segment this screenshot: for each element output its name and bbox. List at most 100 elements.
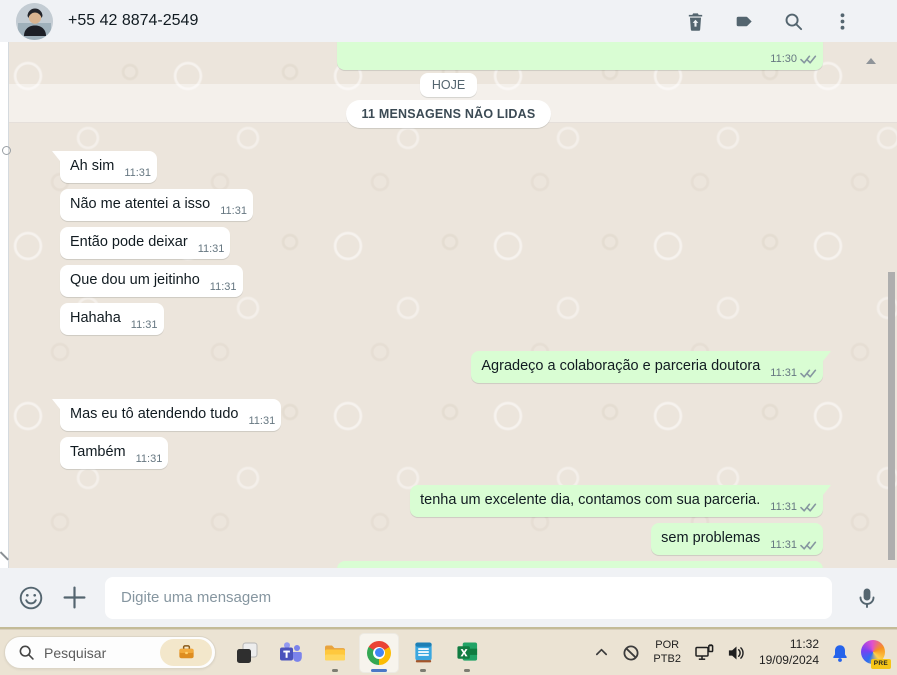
message-row: Agradeço a colaboração e parceria doutor…: [0, 351, 897, 383]
message-meta: 11:31: [770, 538, 817, 553]
date-divider: HOJE: [419, 73, 478, 97]
task-view-button[interactable]: [227, 633, 267, 673]
emoji-icon[interactable]: [17, 584, 44, 611]
message-meta: 11:31: [198, 242, 225, 257]
notepad-button[interactable]: [403, 633, 443, 673]
double-check-icon: [800, 369, 817, 378]
message-bubble-incoming[interactable]: Hahaha 11:31: [60, 303, 164, 335]
message-bubble-outgoing-cut[interactable]: concluiu 12 meses. 11:30: [337, 42, 823, 70]
delete-chat-icon[interactable]: [684, 10, 706, 32]
message-bubble-incoming[interactable]: Então pode deixar 11:31: [60, 227, 231, 259]
file-explorer-icon: [325, 645, 345, 660]
message-time: 11:31: [770, 367, 797, 379]
message-bubble-incoming[interactable]: Não me atentei a isso 11:31: [60, 189, 253, 221]
message-time: 11:31: [124, 167, 152, 179]
message-text: Hahaha: [70, 310, 121, 326]
double-check-icon: [800, 541, 817, 550]
label-icon[interactable]: [733, 10, 755, 32]
message-text: Então pode deixar: [70, 234, 188, 250]
message-bubble-outgoing[interactable]: caso em quando fizer 12 meses e não quis…: [337, 561, 823, 568]
chat-message-area: concluiu 12 meses. 11:30 HOJE 11 MENSAGE…: [0, 42, 897, 568]
message-time: 11:31: [197, 243, 225, 255]
message-row: concluiu 12 meses. 11:30: [0, 42, 897, 70]
message-row: Não me atentei a isso 11:31: [0, 189, 897, 221]
message-time: 11:31: [220, 205, 247, 217]
message-bubble-outgoing[interactable]: sem problemas 11:31: [651, 523, 823, 555]
search-icon: [19, 645, 34, 660]
message-bubble-incoming[interactable]: Mas eu tô atendendo tudo 11:31: [51, 399, 282, 431]
keyboard-layout: PTB2: [653, 652, 681, 665]
message-text: Não me atentei a isso: [70, 196, 211, 212]
language-code: POR: [655, 638, 680, 651]
double-check-icon: [800, 55, 817, 64]
running-indicator: [332, 668, 338, 672]
message-time: 11:31: [770, 501, 797, 513]
unread-divider-row: 11 MENSAGENS NÃO LIDAS: [0, 100, 897, 128]
message-meta: 11:30: [347, 52, 817, 67]
message-meta: 11:31: [124, 166, 151, 181]
volume-icon[interactable]: [727, 645, 746, 661]
chrome-button[interactable]: [359, 632, 399, 673]
message-time: 11:31: [135, 453, 163, 465]
chat-header: +55 42 8874-2549: [0, 0, 897, 42]
contact-avatar[interactable]: [16, 2, 53, 40]
message-row: Ah sim 11:31: [0, 151, 897, 183]
message-row: Também 11:31: [0, 437, 897, 469]
tray-chevron-up-icon[interactable]: [594, 645, 609, 660]
briefcase-icon: [178, 645, 194, 659]
message-list: concluiu 12 meses. 11:30 HOJE 11 MENSAGE…: [0, 42, 897, 568]
message-text: concluiu 12 meses.: [347, 42, 471, 46]
file-explorer-button[interactable]: [315, 633, 355, 673]
message-bubble-outgoing[interactable]: Agradeço a colaboração e parceria doutor…: [471, 351, 831, 383]
message-row: Então pode deixar 11:31: [0, 227, 897, 259]
contact-phone-number[interactable]: +55 42 8874-2549: [68, 12, 684, 30]
teams-icon: [280, 641, 302, 662]
taskbar-search-box[interactable]: Pesquisar: [4, 636, 216, 669]
search-placeholder: Pesquisar: [44, 644, 107, 661]
notification-bell-icon[interactable]: [832, 644, 848, 662]
active-indicator: [371, 668, 387, 672]
message-meta: 11:31: [249, 414, 276, 429]
network-icon[interactable]: [694, 643, 714, 662]
taskbar-apps: [225, 632, 489, 673]
double-check-icon: [800, 503, 817, 512]
status-blocked-icon[interactable]: [622, 644, 640, 662]
message-text: Também: [70, 444, 126, 460]
system-tray: POR PTB2 11:32 19/09/2024 PRE: [594, 637, 891, 669]
left-panel-edge: [0, 42, 11, 568]
message-row: tenha um excelente dia, contamos com sua…: [0, 485, 897, 517]
message-text: Mas eu tô atendendo tudo: [70, 406, 239, 422]
message-text: Ah sim: [70, 158, 115, 174]
message-row: caso em quando fizer 12 meses e não quis…: [0, 561, 897, 568]
chat-scrollbar-thumb[interactable]: [888, 272, 895, 560]
message-text: tenha um excelente dia, contamos com sua…: [420, 492, 761, 508]
attach-plus-icon[interactable]: [61, 584, 88, 611]
message-bubble-outgoing[interactable]: tenha um excelente dia, contamos com sua…: [410, 485, 831, 517]
language-indicator[interactable]: POR PTB2: [653, 639, 681, 667]
search-highlight[interactable]: [160, 639, 212, 666]
message-row: Hahaha 11:31: [0, 303, 897, 335]
message-meta: 11:31: [131, 318, 158, 333]
message-input[interactable]: [105, 576, 832, 619]
message-row: sem problemas 11:31: [0, 523, 897, 555]
mic-icon[interactable]: [853, 584, 880, 611]
excel-icon: [456, 642, 477, 661]
message-time: 11:31: [209, 281, 237, 293]
notepad-icon: [414, 642, 432, 663]
search-icon[interactable]: [782, 10, 804, 32]
menu-kebab-icon[interactable]: [831, 10, 853, 32]
taskbar-clock[interactable]: 11:32 19/09/2024: [759, 637, 819, 668]
tray-date: 19/09/2024: [758, 652, 819, 667]
scroll-indicator-icon[interactable]: [866, 58, 876, 64]
whatsapp-window: +55 42 8874-2549 11:30 HOJE 11 MENSAGENS…: [0, 0, 897, 675]
excel-button[interactable]: [447, 633, 487, 673]
message-bubble-incoming[interactable]: Ah sim 11:31: [51, 151, 158, 183]
copilot-button[interactable]: PRE: [861, 639, 891, 669]
message-bubble-incoming[interactable]: Que dou um jeitinho 11:31: [60, 265, 243, 297]
teams-button[interactable]: [271, 633, 311, 673]
copilot-pre-badge: PRE: [870, 658, 891, 669]
running-indicator: [420, 668, 426, 672]
message-bubble-incoming[interactable]: Também 11:31: [60, 437, 169, 469]
message-row: Mas eu tô atendendo tudo 11:31: [0, 399, 897, 431]
message-meta: 11:31: [136, 452, 163, 467]
